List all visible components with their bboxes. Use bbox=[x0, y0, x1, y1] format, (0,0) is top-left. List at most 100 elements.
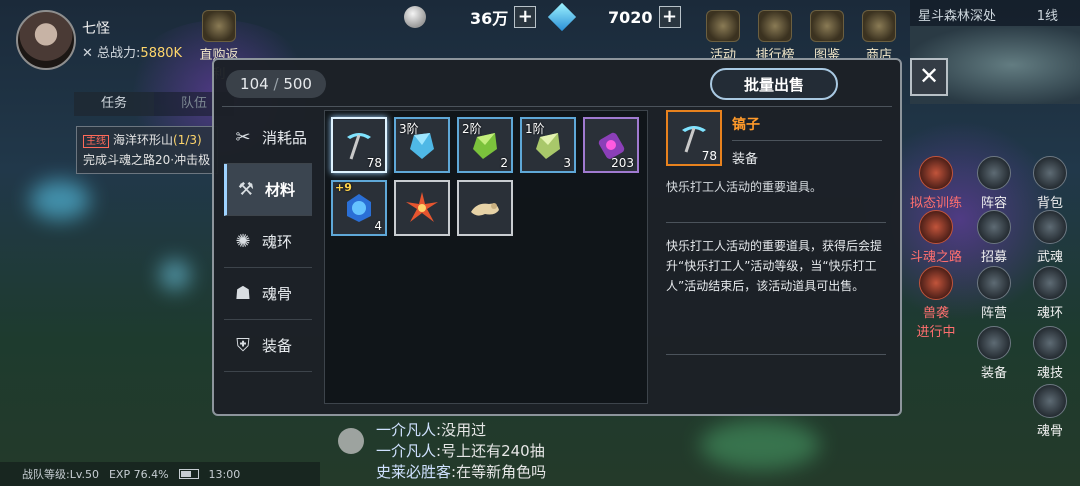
soul-skill-button[interactable]: 魂技 bbox=[1022, 326, 1078, 381]
soul-bone-icon: ☗ bbox=[234, 282, 252, 304]
header-divider bbox=[222, 106, 892, 107]
chat-text: 在等新角色吗 bbox=[456, 463, 547, 481]
item-slot-green-crystal[interactable]: 2阶 2 bbox=[457, 117, 513, 173]
soul-bone-button[interactable]: 魂骨 bbox=[1022, 384, 1078, 439]
beast-raid-button[interactable]: 兽袭 进行中 bbox=[908, 266, 964, 340]
martial-soul-label: 武魂 bbox=[1036, 250, 1063, 265]
item-slot-purple-scroll[interactable]: 203 bbox=[583, 117, 639, 173]
bone-icon bbox=[471, 203, 499, 216]
player-avatar[interactable] bbox=[16, 10, 76, 70]
item-tier: 1阶 bbox=[525, 122, 545, 136]
camp-button[interactable]: 阵营 bbox=[966, 266, 1022, 321]
item-slot-red-flower[interactable] bbox=[394, 180, 450, 236]
equipment-icon bbox=[977, 326, 1011, 360]
chat-text: 没用过 bbox=[441, 421, 487, 439]
team-level: 战队等级:Lv.50 bbox=[22, 468, 99, 481]
category-soul-bones[interactable]: ☗ 魂骨 bbox=[224, 268, 312, 320]
item-slot-pickaxe[interactable]: 78 bbox=[331, 117, 387, 173]
category-label: 消耗品 bbox=[262, 129, 308, 147]
chat-message: 一介凡人:没用过 bbox=[376, 421, 487, 439]
selected-item-summary: 快乐打工人活动的重要道具。 bbox=[666, 180, 823, 194]
category-equipment[interactable]: ⛨ 装备 bbox=[224, 320, 312, 372]
grass-patch bbox=[700, 420, 820, 470]
book-icon bbox=[810, 10, 844, 42]
codex-button[interactable]: 图鉴 bbox=[804, 10, 850, 63]
add-silver-button[interactable]: + bbox=[514, 6, 537, 28]
item-slot-blue-gem[interactable]: +9 4 bbox=[331, 180, 387, 236]
item-count: 203 bbox=[611, 156, 634, 170]
category-materials[interactable]: ⚒ 材料 bbox=[224, 164, 312, 216]
item-grid-area: 78 3阶 2阶 2 1阶 3 203 +9 4 bbox=[324, 110, 648, 404]
inventory-modal: 104 / 500 批量出售 ✕ ✂ 消耗品 ⚒ 材料 ✺ 魂环 ☗ 魂骨 ⛨ … bbox=[212, 58, 948, 416]
shop-button[interactable]: 商店 bbox=[856, 10, 902, 63]
chat-text: 号上还有240抽 bbox=[441, 442, 545, 460]
slots-used: 104 bbox=[240, 75, 269, 93]
chat-sender: 史莱必胜客 bbox=[376, 463, 452, 481]
battery-icon bbox=[178, 469, 199, 479]
chat-log[interactable]: 一介凡人:没用过 一介凡人:号上还有240抽 史莱必胜客:在等新角色吗 bbox=[376, 420, 706, 483]
capacity-separator: / bbox=[273, 75, 279, 93]
soul-ring-icon: ✺ bbox=[235, 230, 251, 252]
quest-description: 完成斗魂之路20·冲击极 bbox=[83, 153, 211, 167]
item-tier: 3阶 bbox=[399, 122, 419, 136]
inventory-capacity: 104 / 500 bbox=[226, 70, 326, 98]
camp-icon bbox=[977, 266, 1011, 300]
item-count: 3 bbox=[563, 156, 571, 170]
recruit-icon bbox=[977, 210, 1011, 244]
activity-button[interactable]: 活动 bbox=[700, 10, 746, 63]
item-slot-blue-crystal[interactable]: 3阶 bbox=[394, 117, 450, 173]
status-bar: 战队等级:Lv.50 EXP 76.4% 13:00 bbox=[0, 462, 320, 486]
soul-skill-icon bbox=[1033, 326, 1067, 360]
power-value: 5880K bbox=[140, 46, 183, 61]
exp-percent: EXP 76.4% bbox=[108, 467, 169, 481]
martial-soul-button[interactable]: 武魂 bbox=[1022, 210, 1078, 265]
training-icon bbox=[919, 156, 953, 190]
category-soul-rings[interactable]: ✺ 魂环 bbox=[224, 216, 312, 268]
diamond-amount: 7020 bbox=[608, 7, 653, 27]
soul-ring-label: 魂环 bbox=[1036, 306, 1063, 321]
camp-label: 阵营 bbox=[980, 306, 1007, 321]
soul-ring-button[interactable]: 魂环 bbox=[1022, 266, 1078, 321]
silver-coin-icon bbox=[404, 6, 426, 28]
beast-raid-status: 进行中 bbox=[916, 325, 956, 340]
recruit-label: 招募 bbox=[980, 250, 1007, 265]
chat-icon[interactable] bbox=[338, 428, 364, 454]
item-slot-beige-bone[interactable] bbox=[457, 180, 513, 236]
task-tabs: 任务 队伍 bbox=[74, 92, 234, 116]
item-slot-pale-crystal[interactable]: 1阶 3 bbox=[520, 117, 576, 173]
recruit-button[interactable]: 招募 bbox=[966, 210, 1022, 265]
trophy-icon bbox=[758, 10, 792, 42]
shop-icon bbox=[862, 10, 896, 42]
server-line[interactable]: 1线 bbox=[1037, 5, 1058, 24]
martial-soul-icon bbox=[1033, 210, 1067, 244]
category-label: 装备 bbox=[262, 337, 293, 355]
glow-light bbox=[160, 260, 190, 290]
selected-item-name: 镐子 bbox=[732, 117, 760, 133]
detail-divider bbox=[666, 222, 886, 223]
soul-skill-label: 魂技 bbox=[1036, 366, 1063, 381]
diamond-icon bbox=[547, 2, 577, 32]
detail-divider bbox=[732, 140, 882, 141]
map-header[interactable]: 星斗森林深处 1线 bbox=[910, 0, 1080, 26]
detail-divider bbox=[666, 354, 886, 355]
tab-tasks[interactable]: 任务 bbox=[74, 92, 154, 116]
clock: 13:00 bbox=[208, 467, 241, 481]
lineup-button[interactable]: 阵容 bbox=[966, 156, 1022, 211]
soul-road-button[interactable]: 斗魂之路 bbox=[908, 210, 964, 265]
item-count: 2 bbox=[500, 156, 508, 170]
bulk-sell-button[interactable]: 批量出售 bbox=[710, 68, 838, 100]
equipment-button[interactable]: 装备 bbox=[966, 326, 1022, 381]
enhance-level: +9 bbox=[335, 181, 352, 194]
category-consumables[interactable]: ✂ 消耗品 bbox=[224, 112, 312, 164]
mimic-training-button[interactable]: 拟态训练 bbox=[908, 156, 964, 211]
category-label: 材料 bbox=[265, 181, 296, 199]
close-button[interactable]: ✕ bbox=[910, 58, 948, 96]
backpack-button[interactable]: 背包 bbox=[1022, 156, 1078, 211]
item-detail-panel: 78 镐子 装备 快乐打工人活动的重要道具。 快乐打工人活动的重要道具，获得后会… bbox=[666, 110, 886, 404]
main-quest-tracker[interactable]: 主线 海洋环形山(1/3) 完成斗魂之路20·冲击极 bbox=[76, 126, 218, 174]
map-name: 星斗森林深处 bbox=[918, 9, 997, 24]
item-grid: 78 3阶 2阶 2 1阶 3 203 +9 4 bbox=[331, 117, 639, 236]
leaderboard-button[interactable]: 排行榜 bbox=[752, 10, 798, 63]
add-diamond-button[interactable]: + bbox=[658, 6, 681, 28]
chat-message: 史莱必胜客:在等新角色吗 bbox=[376, 463, 547, 481]
